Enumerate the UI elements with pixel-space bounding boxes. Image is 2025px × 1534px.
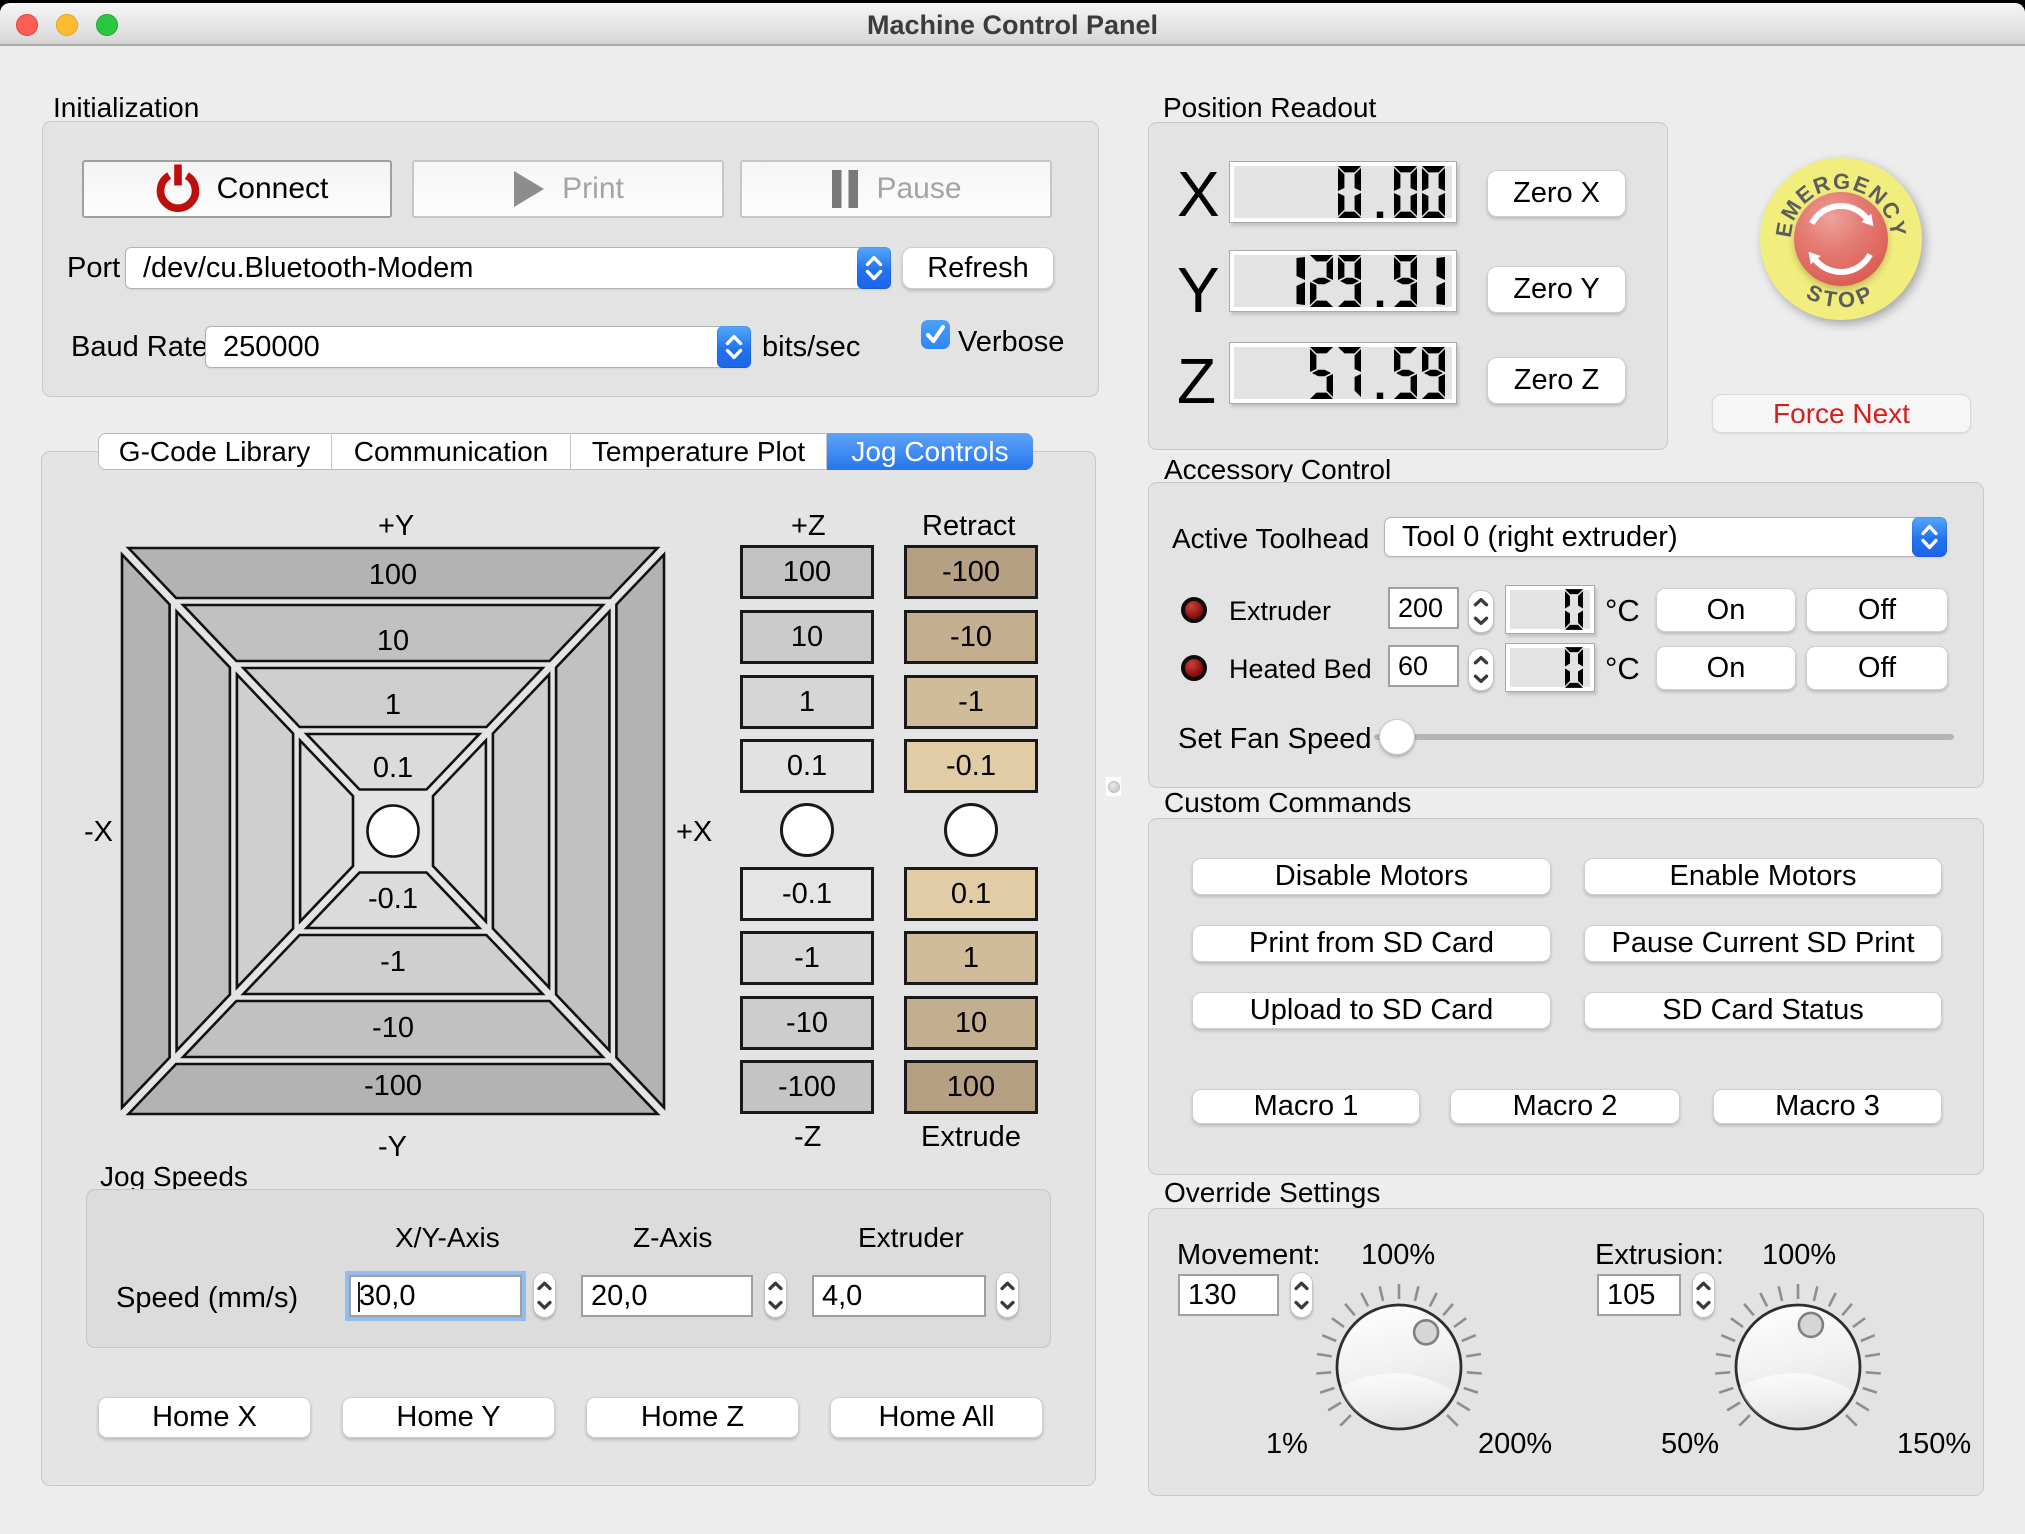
svg-text:-100: -100 — [364, 1070, 422, 1102]
svg-text:1: 1 — [385, 689, 401, 721]
svg-text:-0.1: -0.1 — [368, 883, 418, 915]
svg-text:100: 100 — [369, 559, 417, 591]
svg-text:-10: -10 — [372, 1012, 414, 1044]
svg-text:0.1: 0.1 — [373, 752, 413, 784]
svg-text:10: 10 — [377, 625, 409, 657]
svg-text:-1: -1 — [380, 946, 406, 978]
